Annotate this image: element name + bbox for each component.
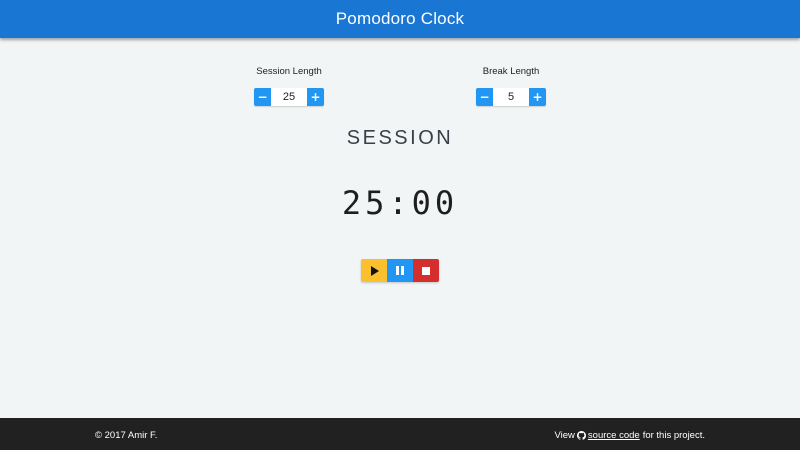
footer-credit: View source code for this project.	[555, 430, 706, 441]
break-length-stepper: − +	[476, 88, 546, 106]
break-length-label: Break Length	[482, 66, 540, 77]
session-length-input[interactable]	[271, 88, 307, 106]
session-decrement-button[interactable]: −	[254, 88, 271, 106]
break-increment-button[interactable]: +	[529, 88, 546, 106]
app-title: Pomodoro Clock	[335, 9, 465, 28]
footer: © 2017 Amir F. View source code for this…	[0, 418, 800, 450]
play-icon	[370, 265, 379, 276]
footer-prefix: View	[554, 430, 575, 441]
break-decrement-button[interactable]: −	[476, 88, 493, 106]
break-length-input[interactable]	[493, 88, 529, 106]
break-length-setting: Break Length − +	[441, 66, 581, 106]
session-increment-button[interactable]: +	[307, 88, 324, 106]
source-code-link-text: source code	[587, 430, 640, 441]
stop-icon	[422, 266, 430, 275]
play-button[interactable]	[361, 259, 387, 282]
timer-display: 25:00	[341, 184, 459, 222]
navbar: Pomodoro Clock	[0, 0, 800, 38]
session-length-setting: Session Length − +	[219, 66, 359, 106]
session-length-stepper: − +	[254, 88, 324, 106]
stop-button[interactable]	[413, 259, 439, 282]
footer-copyright: © 2017 Amir F.	[95, 430, 158, 441]
footer-suffix: for this project.	[642, 430, 705, 441]
pause-button[interactable]	[387, 259, 413, 282]
session-length-label: Session Length	[256, 66, 322, 77]
timer-controls	[361, 259, 439, 282]
pause-icon	[396, 266, 404, 275]
github-icon	[576, 431, 586, 440]
timer-mode-label: SESSION	[346, 127, 454, 149]
source-code-link[interactable]: source code	[576, 430, 640, 441]
